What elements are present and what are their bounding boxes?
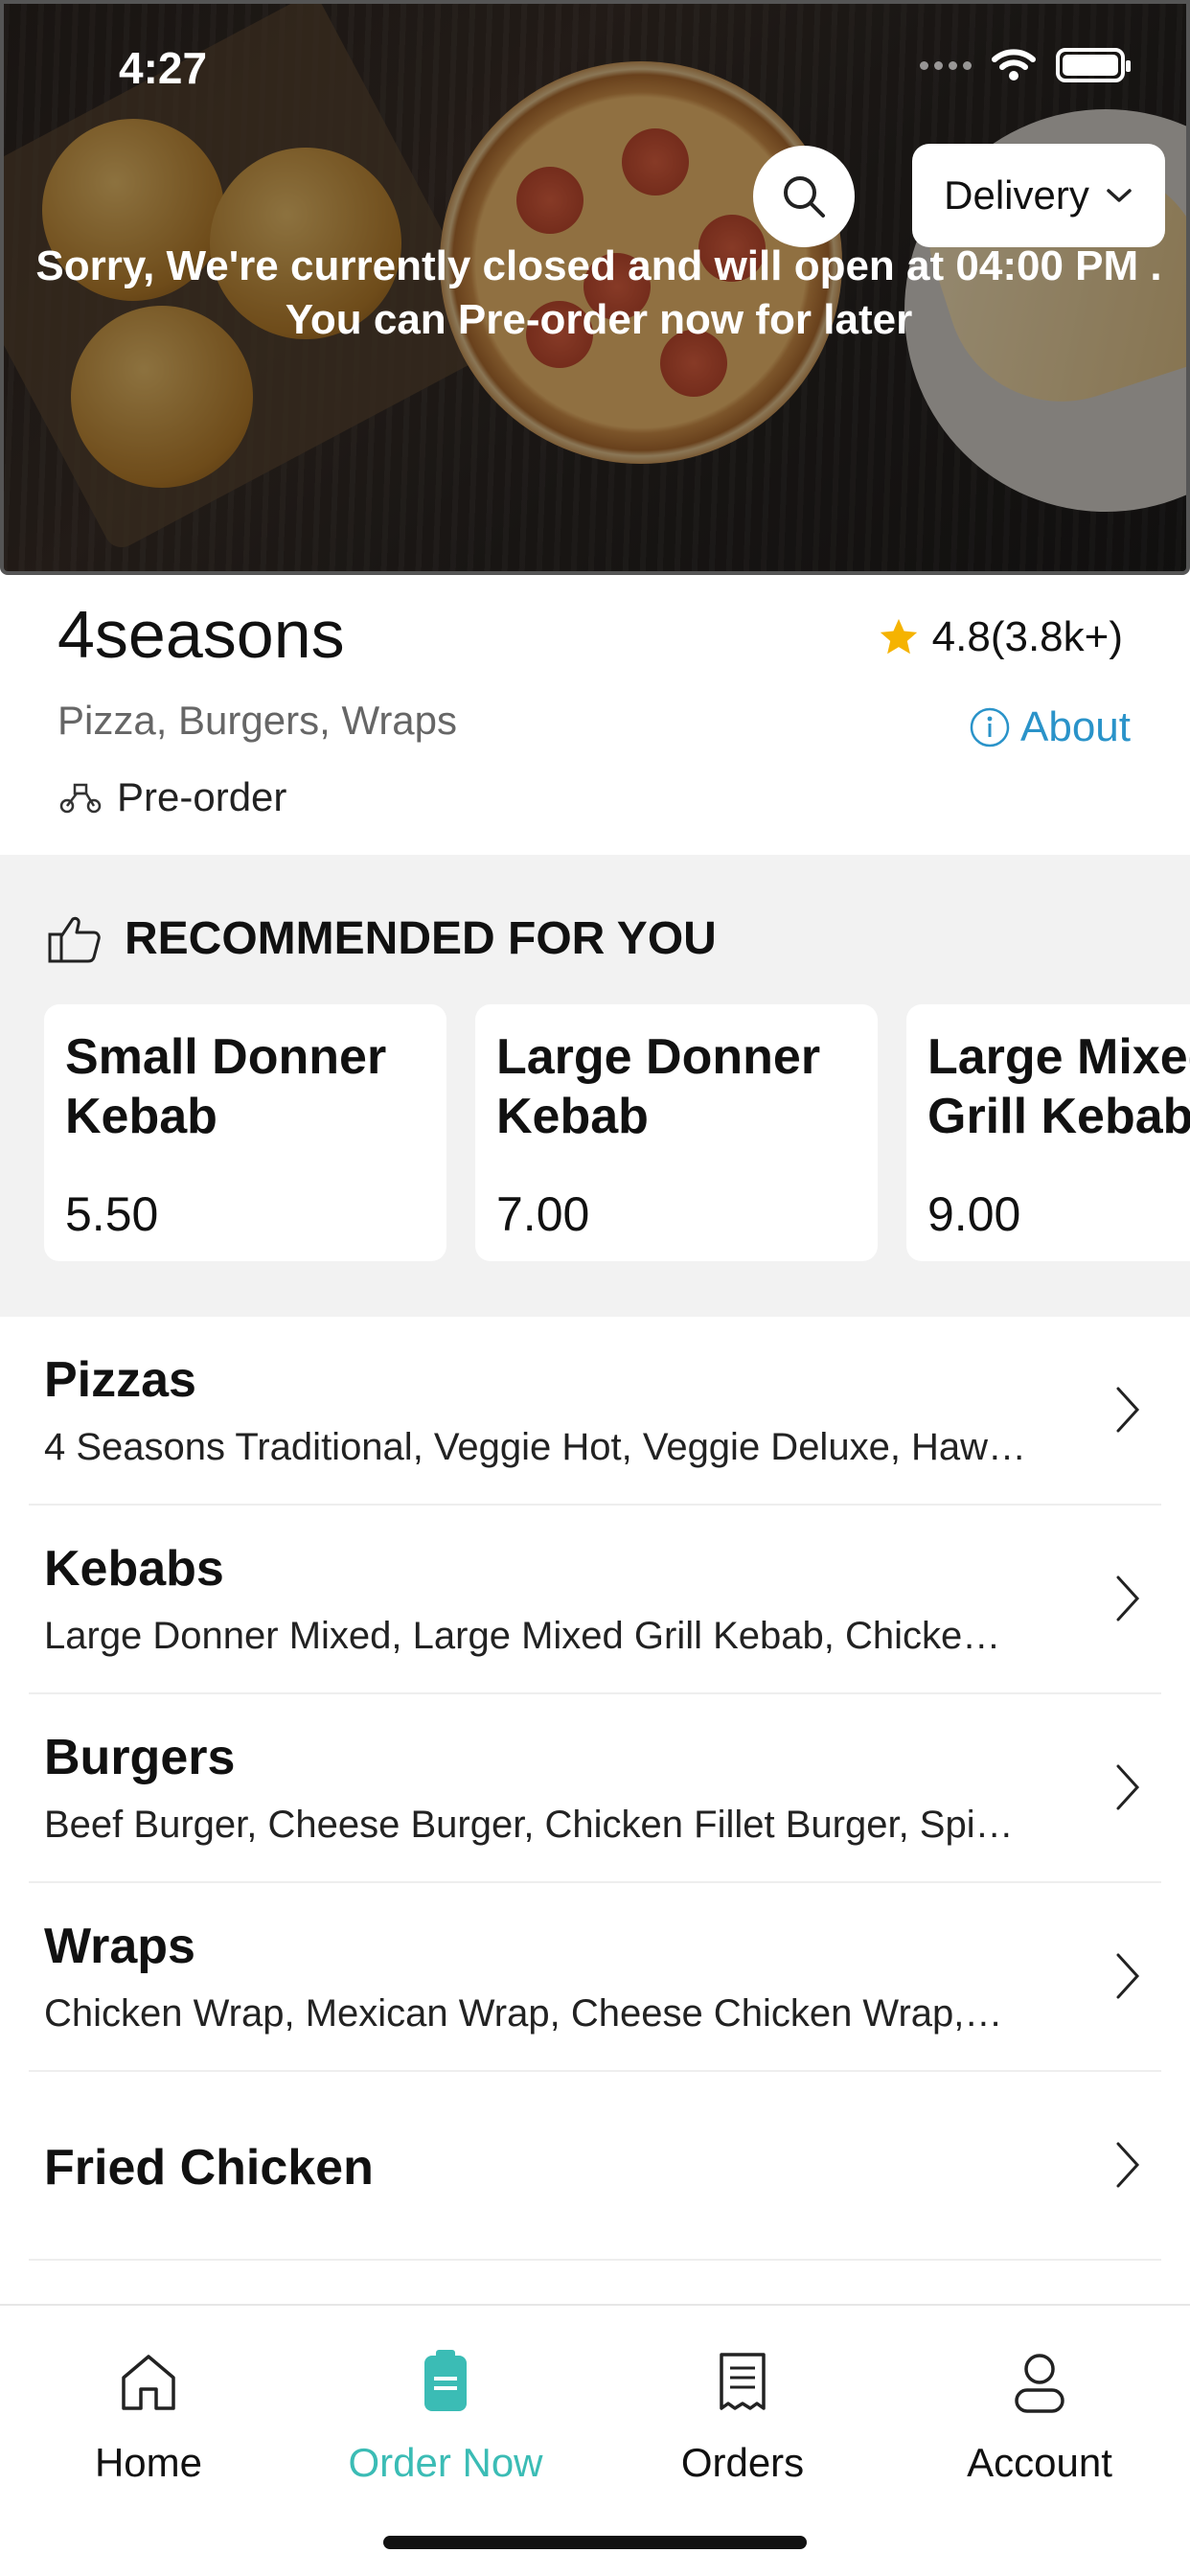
card-title: Large Mixed Grill Kebab [927,1029,1190,1144]
chevron-right-icon [1116,1387,1140,1433]
chevron-right-icon [1116,1764,1140,1810]
tab-label: Order Now [348,2440,543,2485]
delivery-mode-label: Delivery [944,172,1089,218]
card-price: 7.00 [496,1187,590,1241]
tab-label: Home [94,2440,203,2485]
thumbs-up-icon [48,916,101,962]
recommended-section: RECOMMENDED FOR YOU Small Donner Kebab 5… [0,855,1190,1317]
recommended-title: RECOMMENDED FOR YOU [125,913,717,964]
order-mode: Pre-order [57,774,286,820]
category-row-fried-chicken[interactable]: Fried Chicken [29,2072,1161,2261]
card-title: Large Donner Kebab [496,1029,821,1144]
category-name: Fried Chicken [44,2140,374,2196]
category-items: Chicken Wrap, Mexican Wrap, Cheese Chick… [44,1992,1003,2035]
restaurant-name: 4seasons [57,597,345,672]
info-icon [970,707,1010,748]
recommended-card[interactable]: Large Donner Kebab 7.00 [475,1004,878,1261]
wifi-icon [992,49,1036,80]
status-icons [920,48,1131,82]
closed-message-line2: You can Pre-order now for later [285,296,913,343]
star-icon [880,618,917,655]
card-price: 9.00 [927,1187,1021,1241]
card-title: Small Donner Kebab [65,1029,387,1144]
card-price: 5.50 [65,1187,159,1241]
tab-order-now[interactable]: Order Now [321,2344,570,2486]
chevron-right-icon [1116,1576,1140,1622]
signal-icon [920,60,972,70]
battery-icon [1056,48,1131,82]
tab-label: Orders [680,2440,805,2485]
cuisine-list: Pizza, Burgers, Wraps [57,698,458,743]
closed-message: Sorry, We're currently closed and will o… [4,240,1186,347]
about-link[interactable]: About [969,703,1131,751]
home-icon [122,2355,175,2410]
user-icon [1015,2354,1064,2413]
chevron-down-icon [1107,189,1132,202]
category-row-pizzas[interactable]: Pizzas 4 Seasons Traditional, Veggie Hot… [29,1317,1161,1506]
delivery-mode-select[interactable]: Delivery [912,144,1165,247]
category-name: Kebabs [44,1541,224,1597]
status-time: 4:27 [119,43,208,93]
tab-account[interactable]: Account [915,2344,1164,2486]
category-items: Beef Burger, Cheese Burger, Chicken Fill… [44,1804,1014,1846]
category-row-burgers[interactable]: Burgers Beef Burger, Cheese Burger, Chic… [29,1694,1161,1883]
chevron-right-icon [1116,1953,1140,1999]
tab-label: Account [967,2440,1112,2485]
category-name: Pizzas [44,1352,196,1408]
order-icon [424,2350,467,2411]
recommended-heading: RECOMMENDED FOR YOU [46,912,717,965]
receipt-icon [720,2353,766,2410]
tab-home[interactable]: Home [24,2344,273,2486]
recommended-card[interactable]: Small Donner Kebab 5.50 [44,1004,446,1261]
category-items: 4 Seasons Traditional, Veggie Hot, Veggi… [44,1426,1027,1468]
rating-value: 4.8(3.8k+) [931,613,1123,660]
home-indicator [383,2536,807,2549]
scooter-icon [59,783,102,814]
closed-message-line1: Sorry, We're currently closed and will o… [35,242,1162,289]
category-row-wraps[interactable]: Wraps Chicken Wrap, Mexican Wrap, Cheese… [29,1883,1161,2072]
category-row-kebabs[interactable]: Kebabs Large Donner Mixed, Large Mixed G… [29,1506,1161,1694]
hero-banner: 4:27 Delivery Sorry, We're currently clo… [0,0,1190,575]
category-name: Burgers [44,1730,236,1785]
tab-orders[interactable]: Orders [618,2344,867,2486]
category-items: Large Donner Mixed, Large Mixed Grill Ke… [44,1615,1001,1657]
chevron-right-icon [1116,2142,1140,2188]
search-icon [784,176,825,218]
rating: 4.8(3.8k+) [877,613,1123,661]
search-button[interactable] [753,146,855,247]
recommended-card[interactable]: Large Mixed Grill Kebab 9.00 [906,1004,1190,1261]
category-name: Wraps [44,1919,195,1974]
order-mode-label: Pre-order [117,774,287,819]
about-label: About [1020,703,1131,750]
